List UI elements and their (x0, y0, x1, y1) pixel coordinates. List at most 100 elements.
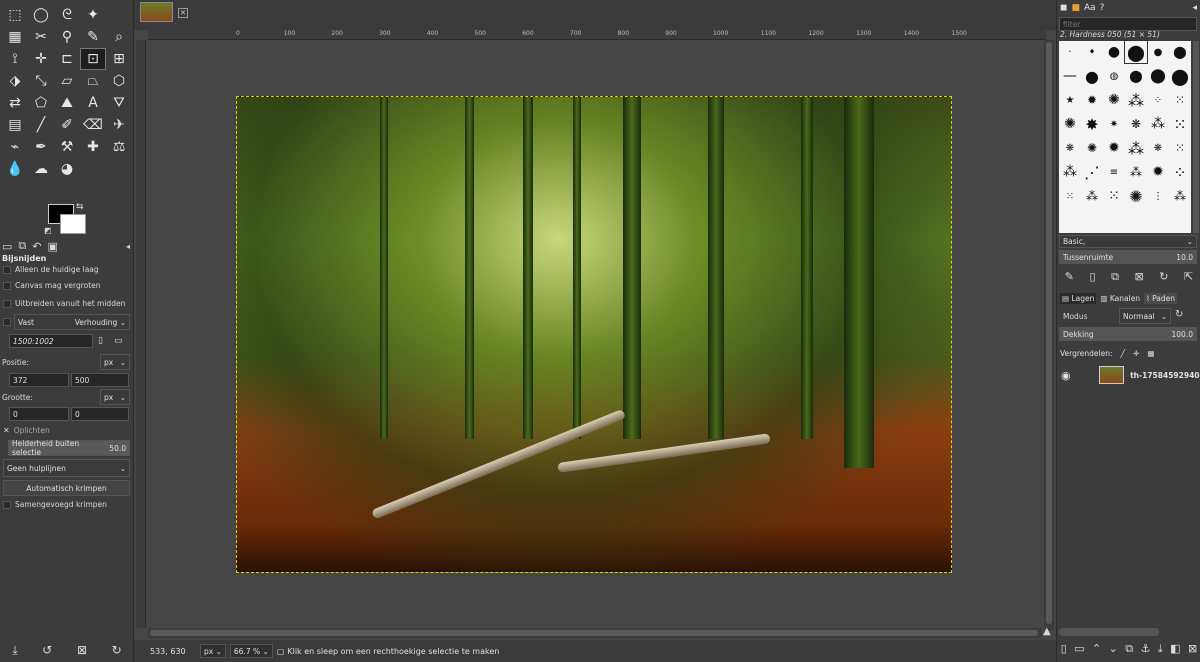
shrink-merged-checkbox[interactable] (3, 500, 11, 509)
delete-brush-icon[interactable]: ⊠ (1135, 270, 1144, 284)
mode-dropdown[interactable]: Normaal ⌄ (1119, 308, 1171, 324)
fixed-checkbox[interactable] (3, 318, 11, 326)
brush-preview[interactable]: ✸ (1081, 113, 1103, 135)
perspective-clone-icon[interactable]: ⚖ (106, 136, 132, 158)
highlight-check-icon[interactable]: ✕ (3, 426, 10, 435)
handle-transform-icon[interactable]: ⤡ (28, 70, 54, 92)
restore-preset-icon[interactable]: ↺ (42, 643, 52, 657)
refresh-brushes-icon[interactable]: ↻ (1159, 270, 1168, 284)
select-by-color-icon[interactable]: ▦ (2, 26, 28, 48)
seamless-clone-icon[interactable]: ⛰ (54, 92, 80, 114)
close-tab-icon[interactable]: ✕ (178, 8, 188, 18)
brush-preview[interactable]: ⁙ (1169, 89, 1191, 111)
brush-preview[interactable]: ❋ (1125, 113, 1147, 135)
unit-dropdown[interactable]: px ⌄ (200, 644, 226, 658)
merge-down-icon[interactable]: ⤓ (1158, 642, 1163, 656)
mask-icon[interactable]: ◧ (1170, 642, 1180, 656)
airbrush-icon[interactable]: ✈ (106, 114, 132, 136)
help-icon[interactable]: ? (1100, 3, 1105, 13)
blur-icon[interactable]: 💧 (2, 158, 28, 180)
auto-shrink-button[interactable]: Automatisch krimpen (3, 480, 130, 496)
brush-preview[interactable]: · (1059, 41, 1081, 63)
size-height-input[interactable]: 0 (71, 407, 129, 421)
brush-preview[interactable]: ● (1081, 65, 1103, 87)
brush-scrollbar[interactable] (1193, 41, 1199, 233)
brush-preview[interactable]: ⁂ (1147, 113, 1169, 135)
size-width-input[interactable]: 0 (9, 407, 69, 421)
brush-preview[interactable]: ✺ (1081, 137, 1103, 159)
default-colors-icon[interactable]: ◩ (44, 226, 52, 235)
horizontal-scrollbar[interactable] (148, 628, 1042, 638)
text-icon[interactable]: A (80, 92, 106, 114)
duplicate-brush-icon[interactable]: ⧉ (1111, 270, 1119, 284)
undo-history-tab-icon[interactable]: ↶ (32, 240, 41, 253)
vertical-scrollbar[interactable] (1044, 40, 1054, 630)
perspective-icon[interactable]: ⏢ (80, 70, 106, 92)
current-layer-checkbox[interactable] (3, 265, 11, 274)
brush-preview[interactable]: ⬤ (1169, 65, 1191, 87)
save-preset-icon[interactable]: ⤓ (12, 643, 17, 658)
ellipse-select-icon[interactable]: ◯ (28, 4, 54, 26)
position-unit-dropdown[interactable]: px ⌄ (100, 354, 130, 370)
brush-tag-dropdown[interactable]: Basic, ⌄ (1059, 235, 1197, 248)
edit-brush-icon[interactable]: ✎ (1065, 270, 1074, 284)
swap-colors-icon[interactable]: ⇆ (76, 202, 84, 212)
flip-icon[interactable]: ⇄ (2, 92, 28, 114)
anchor-icon[interactable]: ⚓ (1141, 642, 1151, 656)
dock-menu-icon[interactable]: ◂ (126, 242, 130, 251)
brush-preview[interactable]: ⁙ (1059, 185, 1081, 207)
brush-preview[interactable]: ⁂ (1125, 137, 1147, 159)
brush-preview[interactable]: ⬤ (1147, 65, 1169, 87)
smudge-icon[interactable]: ☁ (28, 158, 54, 180)
ratio-input[interactable]: 1500:1002 (9, 334, 93, 348)
lock-alpha-icon[interactable]: ▦ (1147, 349, 1154, 358)
gradient-icon[interactable]: ▤ (2, 114, 28, 136)
forest-image[interactable] (236, 96, 952, 573)
brushes-tab-icon[interactable]: ◼ (1060, 3, 1067, 13)
tab-channels[interactable]: ▥ Kanalen (1100, 294, 1140, 303)
brush-preview[interactable]: ✺ (1125, 185, 1147, 207)
shear-icon[interactable]: ▱ (54, 70, 80, 92)
brush-preview[interactable]: ⁂ (1125, 89, 1147, 111)
landscape-icon[interactable]: ▭ (114, 336, 123, 346)
lock-pixels-icon[interactable]: ╱ (1121, 349, 1126, 358)
raise-layer-icon[interactable]: ⌃ (1092, 642, 1101, 656)
delete-layer-icon[interactable]: ⊠ (1188, 642, 1197, 656)
option-expand-center[interactable]: Uitbreiden vanuit het midden (3, 299, 125, 308)
opacity-slider[interactable]: Dekking 100.0 (1059, 327, 1197, 341)
clone-icon[interactable]: ⚒ (54, 136, 80, 158)
brush-preview[interactable]: ⬤ (1169, 41, 1191, 63)
lock-position-icon[interactable]: ✛ (1133, 349, 1139, 358)
scissors-icon[interactable]: ✂ (28, 26, 54, 48)
3d-transform-icon[interactable]: ⬡ (106, 70, 132, 92)
fuzzy-select-icon[interactable]: ✦ (80, 4, 106, 26)
option-allow-growing[interactable]: Canvas mag vergroten (3, 281, 101, 290)
zoom-icon[interactable]: ⌕ (106, 26, 132, 48)
brush-preview[interactable]: ⋰ (1081, 161, 1103, 183)
brush-preview[interactable]: ✷ (1103, 113, 1125, 135)
brush-preview[interactable]: ⁂ (1059, 161, 1081, 183)
brush-preview[interactable]: ✺ (1103, 89, 1125, 111)
delete-preset-icon[interactable]: ⊠ (77, 643, 87, 657)
image-tab-thumbnail[interactable] (140, 2, 173, 22)
brush-preview[interactable]: ⁙ (1103, 185, 1125, 207)
lower-layer-icon[interactable]: ⌄ (1109, 642, 1118, 656)
move-icon[interactable]: ✛ (28, 48, 54, 70)
brush-preview[interactable]: ❋ (1059, 137, 1081, 159)
brush-filter-input[interactable]: filter (1059, 17, 1197, 31)
images-tab-icon[interactable]: ▣ (47, 240, 57, 253)
fixed-checkbox-row[interactable] (3, 318, 11, 326)
zoom-dropdown[interactable]: 66.7 % ⌄ (229, 644, 273, 658)
color-picker-icon[interactable]: ✎ (80, 26, 106, 48)
bucket-fill-icon[interactable]: ⛛ (106, 92, 132, 114)
brush-preview[interactable]: ⁂ (1081, 185, 1103, 207)
position-x-input[interactable]: 372 (9, 373, 69, 387)
fonts-tab-icon[interactable]: Aa (1084, 3, 1096, 13)
brush-preview[interactable]: ⁘ (1147, 89, 1169, 111)
brush-preview[interactable]: — (1059, 65, 1081, 87)
size-unit-dropdown[interactable]: px ⌄ (100, 389, 130, 405)
align-icon[interactable]: ⊏ (54, 48, 80, 70)
layers-hscrollbar[interactable] (1059, 628, 1159, 636)
spacing-slider[interactable]: Tussenruimte 10.0 (1059, 250, 1197, 264)
background-color-swatch[interactable] (60, 214, 86, 234)
